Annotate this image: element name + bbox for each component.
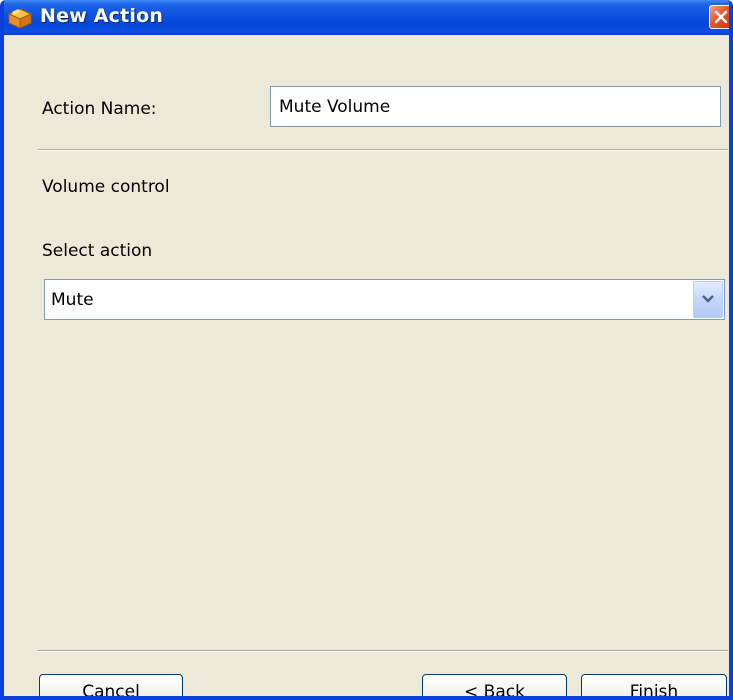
action-select[interactable]: Mute — [44, 279, 725, 320]
finish-button[interactable]: Finish — [581, 674, 727, 696]
window-title: New Action — [40, 5, 164, 27]
cancel-button[interactable]: Cancel — [39, 674, 183, 696]
select-action-label: Select action — [42, 241, 153, 261]
close-icon — [714, 10, 728, 24]
bottom-separator — [38, 650, 728, 652]
section-title: Volume control — [42, 177, 170, 197]
action-name-label: Action Name: — [42, 99, 157, 119]
back-button[interactable]: < Back — [422, 674, 567, 696]
new-action-dialog: New Action Action Name: Volume control S… — [0, 0, 733, 700]
action-name-input[interactable] — [270, 86, 721, 127]
chevron-down-icon — [702, 295, 714, 303]
dropdown-button[interactable] — [693, 281, 723, 318]
box-icon — [7, 6, 33, 30]
top-separator — [38, 149, 728, 151]
action-select-value: Mute — [51, 290, 94, 310]
title-bar[interactable]: New Action — [4, 0, 729, 35]
close-button[interactable] — [709, 5, 729, 29]
